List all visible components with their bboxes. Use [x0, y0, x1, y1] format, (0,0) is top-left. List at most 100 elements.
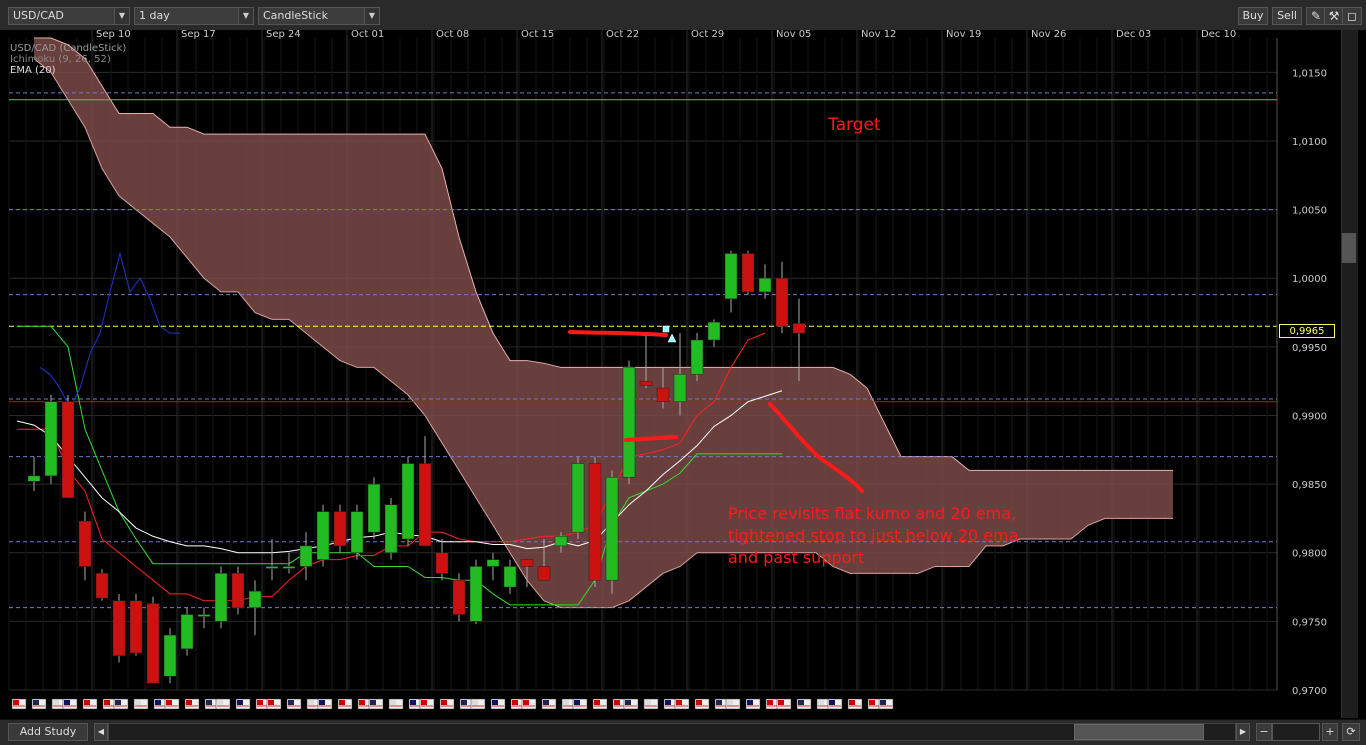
- y-tick-label: 0,9950: [1292, 343, 1327, 354]
- y-tick-label: 0,9800: [1292, 549, 1327, 560]
- x-tick-label: Oct 15: [521, 30, 554, 40]
- flag-icon: [521, 698, 537, 710]
- x-tick-label: Oct 22: [606, 30, 639, 40]
- candle: [61, 394, 75, 499]
- flag-icon: [725, 698, 741, 710]
- annotation-line-1: Price revisits flat kumo and 20 ema,: [728, 504, 1016, 523]
- maximize-icon[interactable]: ◻: [1342, 7, 1362, 25]
- candle-body: [503, 566, 517, 588]
- pencil-icon[interactable]: ✎: [1306, 7, 1326, 25]
- candle-body: [792, 323, 806, 334]
- candle: [367, 477, 381, 540]
- candle: [350, 504, 364, 560]
- flag-icon: [572, 698, 588, 710]
- flag-canton: [778, 700, 784, 705]
- annotation-line-2: tightened stop to just below 20 ema: [728, 526, 1019, 545]
- zoom-slider[interactable]: [1272, 723, 1320, 741]
- candle: [622, 360, 636, 485]
- candle-body: [214, 573, 228, 622]
- price-chart[interactable]: Sep 10 Sep 17 Sep 24 Oct 01 Oct 08 Oct 15 Oct …: [0, 30, 1366, 719]
- flag-canton: [370, 700, 376, 705]
- flag-icon: [215, 698, 231, 710]
- flag-icon: [878, 698, 894, 710]
- x-tick-label: Sep 17: [181, 30, 216, 40]
- chevron-down-icon: ▼: [364, 8, 379, 24]
- refresh-icon[interactable]: ⟳: [1342, 723, 1360, 741]
- candle: [214, 566, 228, 629]
- flag-canton: [33, 700, 39, 705]
- candle-body: [180, 614, 194, 650]
- zoom-in-button[interactable]: +: [1322, 723, 1338, 741]
- vertical-scrollbar[interactable]: [1341, 30, 1358, 718]
- legend-ema: EMA (20): [10, 65, 56, 76]
- candle: [588, 456, 602, 588]
- flag-canton: [767, 700, 773, 705]
- flag-canton: [268, 700, 274, 705]
- x-tick-label: Sep 10: [96, 30, 131, 40]
- flag-canton: [492, 700, 498, 705]
- scroll-left-icon[interactable]: ◀: [94, 723, 108, 741]
- buy-button[interactable]: Buy: [1238, 7, 1268, 25]
- flag-icon: [31, 698, 47, 710]
- zoom-out-button[interactable]: −: [1256, 723, 1272, 741]
- sell-button[interactable]: Sell: [1272, 7, 1302, 25]
- horizontal-scroll-thumb[interactable]: [1074, 724, 1204, 740]
- symbol-value: USD/CAD: [13, 9, 64, 22]
- candle: [163, 628, 177, 684]
- flag-icon: [694, 698, 710, 710]
- flag-canton: [716, 700, 722, 705]
- scroll-right-icon[interactable]: ▶: [1236, 723, 1250, 741]
- horizontal-scroll-track[interactable]: [108, 723, 1236, 741]
- y-tick-label: 1,0050: [1292, 206, 1327, 217]
- chart-type-select[interactable]: CandleStick ▼: [258, 7, 380, 25]
- candle-body: [265, 566, 279, 569]
- wrench-icon[interactable]: ⚒: [1324, 7, 1344, 25]
- candle: [605, 470, 619, 594]
- candle-body: [95, 573, 109, 599]
- flag-canton: [339, 700, 345, 705]
- y-tick-label: 1,0000: [1292, 274, 1327, 285]
- candle-body: [469, 566, 483, 622]
- period-value: 1 day: [139, 9, 170, 22]
- flag-canton: [849, 700, 855, 705]
- y-tick-label: 1,0100: [1292, 137, 1327, 148]
- flag-icon: [490, 698, 506, 710]
- candle-body: [741, 253, 755, 293]
- flag-canton: [829, 700, 835, 705]
- flag-canton: [390, 700, 396, 705]
- flag-icon: [11, 698, 27, 710]
- flag-icon: [337, 698, 353, 710]
- flag-canton: [84, 700, 90, 705]
- flag-canton: [308, 700, 314, 705]
- add-study-button[interactable]: Add Study: [8, 723, 88, 741]
- flag-canton: [818, 700, 824, 705]
- flag-canton: [798, 700, 804, 705]
- candle-body: [622, 367, 636, 478]
- candle: [571, 456, 585, 540]
- vertical-scroll-thumb[interactable]: [1342, 233, 1356, 263]
- flag-icon: [745, 698, 761, 710]
- flag-canton: [441, 700, 447, 705]
- flag-canton: [155, 700, 161, 705]
- flag-canton: [104, 700, 110, 705]
- flag-icon: [592, 698, 608, 710]
- flag-canton: [574, 700, 580, 705]
- candle-body: [656, 387, 670, 402]
- flag-icon: [643, 698, 659, 710]
- y-tick-label: 0,9700: [1292, 686, 1327, 697]
- candle-body: [520, 559, 534, 567]
- candle-body: [537, 566, 551, 581]
- candle-body: [401, 463, 415, 540]
- period-select[interactable]: 1 day ▼: [134, 7, 254, 25]
- candle-body: [435, 552, 449, 574]
- flag-canton: [676, 700, 682, 705]
- flag-canton: [257, 700, 263, 705]
- drawing-handle: [662, 325, 670, 333]
- symbol-select[interactable]: USD/CAD ▼: [8, 7, 130, 25]
- candle: [741, 250, 755, 295]
- candle-body: [384, 504, 398, 553]
- flag-icon: [541, 698, 557, 710]
- candle-body: [61, 401, 75, 499]
- chevron-down-icon: ▼: [114, 8, 129, 24]
- flag-icon: [368, 698, 384, 710]
